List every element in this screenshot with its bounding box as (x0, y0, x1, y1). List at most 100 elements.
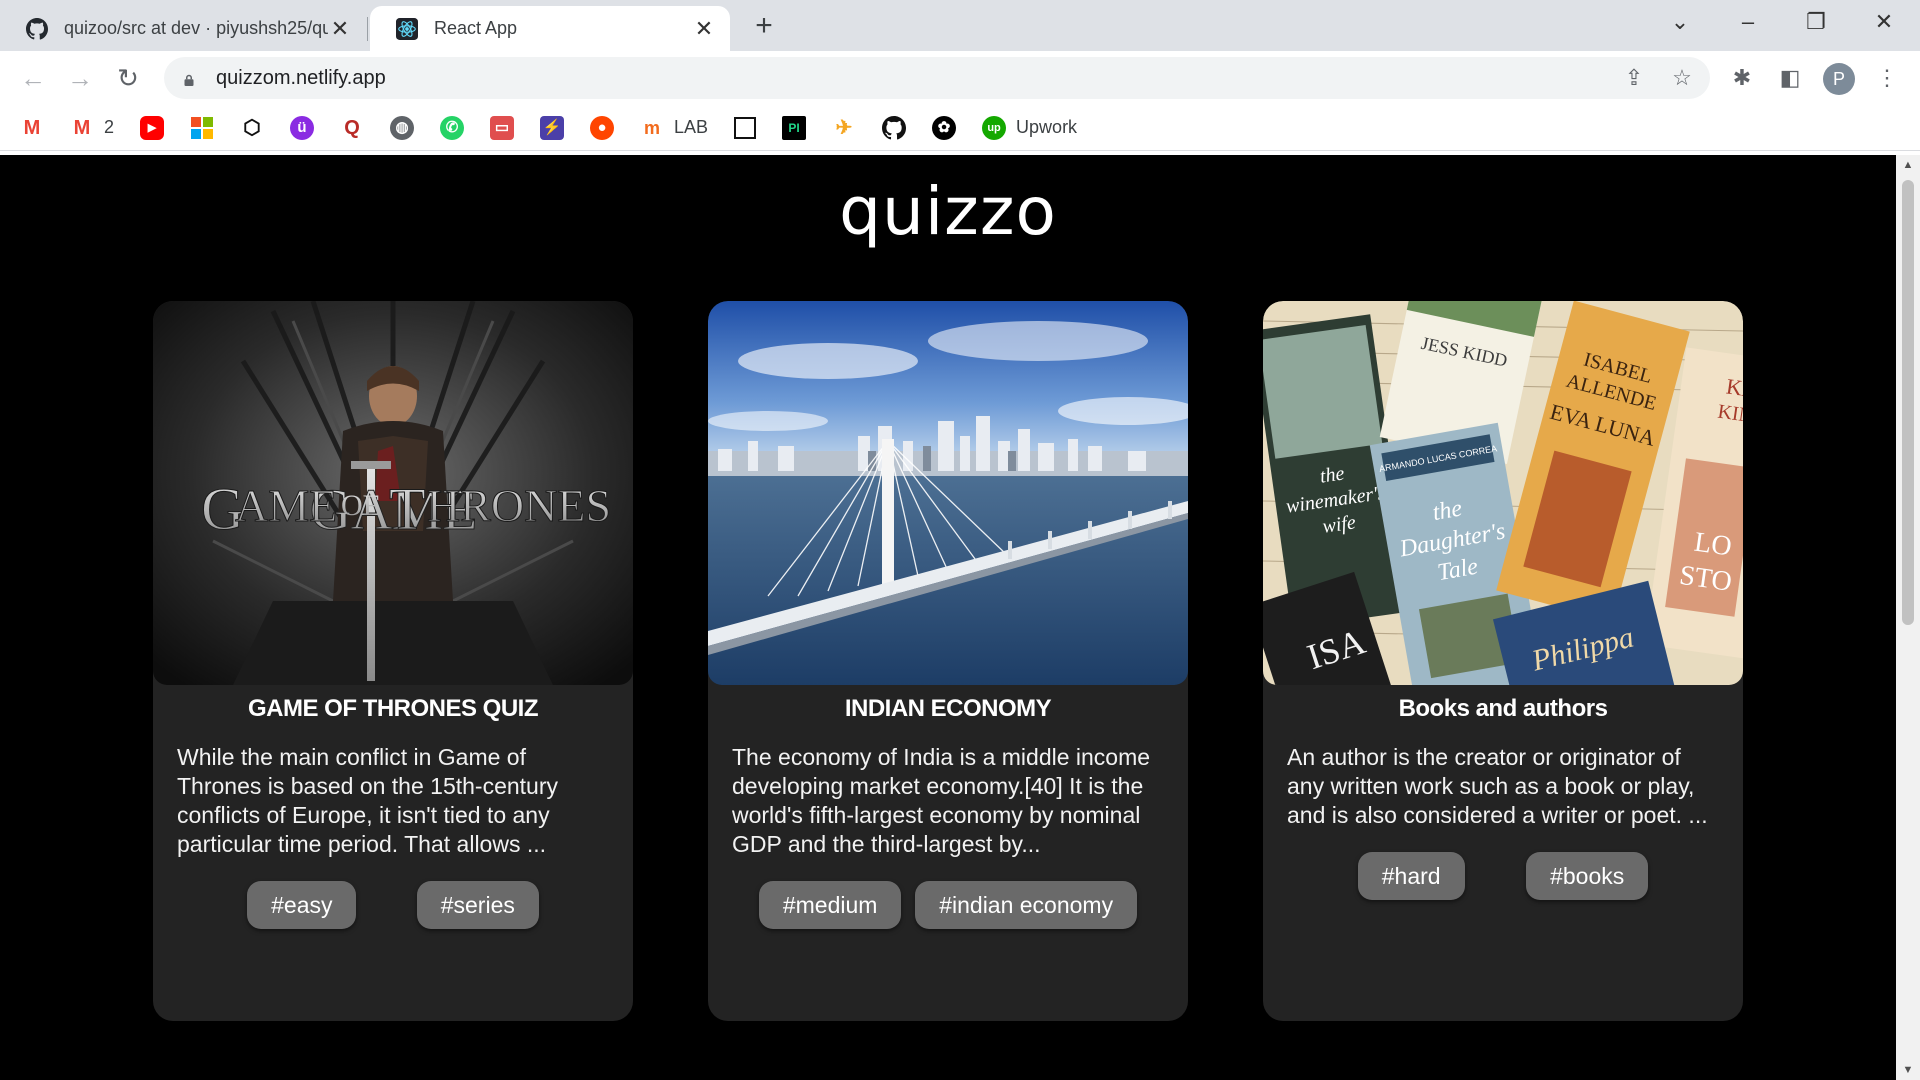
bookmark-star-icon[interactable]: ☆ (1665, 61, 1699, 95)
svg-text:the: the (1319, 462, 1346, 487)
bookmark-gmail-2[interactable]: M 2 (70, 115, 115, 140)
card-description: While the main conflict in Game of Thron… (177, 744, 559, 857)
bookmark-github[interactable] (882, 115, 907, 140)
card-title: Books and authors (1398, 695, 1608, 722)
square-icon (734, 116, 757, 139)
microsoft-icon (191, 116, 214, 139)
card-tags: #medium #indian economy (708, 881, 1188, 929)
card-title: GAME OF THRONES QUIZ (248, 695, 539, 722)
scroll-up-arrow-icon[interactable]: ▲ (1896, 155, 1920, 175)
restore-button[interactable]: ❐ (1786, 4, 1846, 40)
forward-button[interactable]: → (63, 61, 97, 95)
side-panel-icon[interactable]: ◧ (1773, 61, 1807, 95)
tag-books[interactable]: #books (1526, 852, 1649, 900)
tab-separator (367, 17, 368, 41)
tag-hard[interactable]: #hard (1357, 852, 1465, 900)
bookmarks-bar: M M 2 ▶ ⬡ ü Q ◍ ✆ ▭ ⚡ ● m LAB PI ✈ ✿ up … (0, 105, 1920, 151)
tab-title: quizoo/src at dev · piyushsh25/quizoo (64, 18, 328, 38)
quiz-card-indian-economy[interactable]: INDIAN ECONOMY The economy of India is a… (708, 301, 1188, 1021)
svg-text:wife: wife (1321, 511, 1357, 537)
bookmark-runner[interactable]: ✈ (832, 115, 857, 140)
quiz-card-game-of-thrones[interactable]: GAME G AME OF T HRONES GAME OF THRONES Q… (153, 301, 633, 1021)
bookmark-square[interactable] (734, 116, 757, 139)
share-icon[interactable]: ⇪ (1617, 61, 1651, 95)
url-text: quizzom.netlify.app (216, 66, 386, 89)
card-description: The economy of India is a middle income … (732, 744, 1151, 857)
bookmark-label: 2 (104, 117, 115, 137)
card-title: INDIAN ECONOMY (844, 695, 1052, 722)
address-bar[interactable]: quizzom.netlify.app (164, 57, 1710, 99)
bookmark-whatsapp[interactable]: ✆ (440, 115, 465, 140)
codepen-icon: ⬡ (240, 115, 265, 140)
browser-chrome: quizoo/src at dev · piyushsh25/quizoo ✕ … (0, 0, 1920, 155)
minimize-button[interactable]: – (1718, 4, 1778, 40)
quiz-card-books-and-authors[interactable]: the winemaker's wife JESS KIDD ARMANDO L… (1263, 301, 1743, 1021)
upwork-icon: up (982, 115, 1007, 140)
profile-avatar[interactable]: P (1823, 63, 1855, 95)
bookmark-globe[interactable]: ◍ (390, 115, 415, 140)
scrollbar-thumb[interactable] (1902, 180, 1914, 625)
svg-text:HRONES: HRONES (427, 480, 611, 531)
globe-icon: ◍ (390, 115, 415, 140)
bookmark-lightning[interactable]: ⚡ (540, 115, 565, 140)
bookmark-quora[interactable]: Q (340, 115, 365, 140)
tab-strip: quizoo/src at dev · piyushsh25/quizoo ✕ … (0, 0, 1920, 51)
menu-kebab-icon[interactable]: ⋮ (1870, 61, 1904, 95)
tab-search-chevron-icon[interactable]: ⌄ (1650, 4, 1710, 40)
card-image-game-of-thrones: GAME G AME OF T HRONES (153, 301, 633, 685)
bookmark-youtube[interactable]: ▶ (140, 115, 165, 140)
bookmark-gmail[interactable]: M (20, 115, 44, 140)
openai-icon: ✿ (932, 115, 957, 140)
lightning-icon: ⚡ (540, 115, 565, 140)
page-scrollbar[interactable]: ▲ ▼ (1896, 155, 1920, 1080)
lab-icon: m (640, 115, 665, 140)
tab-title: React App (434, 18, 518, 38)
close-tab-icon[interactable]: ✕ (692, 16, 716, 42)
extensions-icon[interactable]: ✱ (1725, 61, 1759, 95)
bookmark-openai[interactable]: ✿ (932, 115, 957, 140)
bookmark-pi[interactable]: PI (782, 115, 807, 140)
card-description: An author is the creator or originator o… (1287, 744, 1708, 828)
new-tab-button[interactable]: + (748, 6, 780, 46)
lock-icon (184, 74, 194, 86)
reload-button[interactable]: ↻ (111, 61, 145, 95)
bookmark-microsoft[interactable] (190, 116, 214, 140)
tab-github[interactable]: quizoo/src at dev · piyushsh25/quizoo ✕ (0, 6, 366, 51)
svg-text:T: T (389, 476, 426, 542)
github-icon (26, 17, 48, 40)
svg-text:LO: LO (1692, 527, 1733, 563)
tab-react-app[interactable]: React App ✕ (370, 6, 730, 51)
bookmark-inbox[interactable]: ▭ (490, 115, 515, 140)
inbox-icon: ▭ (490, 115, 515, 140)
react-icon (396, 17, 418, 40)
bookmark-purple-icon: ü (290, 115, 315, 140)
card-tags: #hard #books (1263, 852, 1743, 900)
bookmark-reddit[interactable]: ● (590, 115, 615, 140)
close-tab-icon[interactable]: ✕ (328, 16, 352, 42)
bookmark-upwork[interactable]: up Upwork (982, 115, 1078, 140)
card-tags: #easy #series (153, 881, 633, 929)
close-window-button[interactable]: ✕ (1854, 4, 1914, 40)
card-image-books: the winemaker's wife JESS KIDD ARMANDO L… (1263, 301, 1743, 685)
tag-indian-economy[interactable]: #indian economy (915, 881, 1138, 929)
bookmark-purple[interactable]: ü (290, 115, 315, 140)
tag-series[interactable]: #series (416, 881, 539, 929)
quora-icon: Q (340, 115, 365, 140)
browser-toolbar: ← → ↻ quizzom.netlify.app ⇪ ☆ ✱ ◧ P ⋮ (0, 51, 1920, 105)
gmail-icon: M (20, 115, 44, 140)
tag-medium[interactable]: #medium (758, 881, 902, 929)
svg-text:OF: OF (341, 489, 379, 522)
scroll-down-arrow-icon[interactable]: ▼ (1896, 1060, 1920, 1080)
svg-text:AME: AME (235, 480, 337, 531)
pi-icon: PI (782, 115, 807, 140)
page-viewport: quizzo GAME G AME OF T HRONES GAME OF TH… (0, 155, 1896, 1080)
tag-easy[interactable]: #easy (247, 881, 357, 929)
back-button[interactable]: ← (16, 61, 50, 95)
runner-icon: ✈ (832, 115, 857, 140)
svg-text:the: the (1431, 495, 1465, 526)
bookmark-label: Upwork (1016, 117, 1078, 137)
github-icon (882, 115, 907, 139)
gmail-icon: M (70, 115, 94, 140)
bookmark-codepen[interactable]: ⬡ (240, 115, 265, 140)
bookmark-lab[interactable]: m LAB (640, 115, 708, 140)
